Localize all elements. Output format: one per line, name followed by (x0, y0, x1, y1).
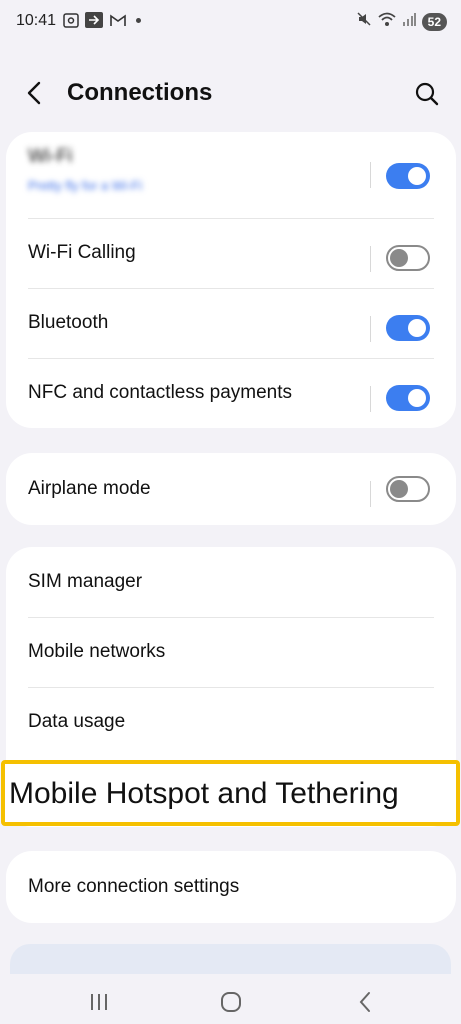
mobile-networks-row[interactable]: Mobile networks (6, 617, 456, 687)
airplane-mode-row[interactable]: Airplane mode (6, 453, 456, 525)
more-connection-settings-label: More connection settings (28, 876, 240, 897)
airplane-mode-toggle[interactable] (386, 476, 430, 502)
recent-apps-icon (91, 994, 107, 1010)
status-bar: 10:41 52 (0, 0, 461, 44)
divider (370, 246, 371, 272)
nfc-label: NFC and contactless payments (28, 382, 293, 403)
notification-icons (62, 12, 141, 28)
data-usage-row[interactable]: Data usage (6, 687, 456, 757)
wireless-settings-card: Wi-Fi Pretty fly for a Wi-Fi Wi-Fi Calli… (6, 132, 456, 428)
system-icons: 52 (356, 11, 447, 32)
bluetooth-row[interactable]: Bluetooth (6, 288, 456, 358)
home-icon (221, 992, 241, 1012)
divider (370, 162, 371, 188)
more-settings-card: More connection settings (6, 851, 456, 923)
search-button[interactable] (413, 80, 441, 108)
chevron-left-icon (359, 992, 370, 1012)
divider (370, 316, 371, 342)
wifi-network-name: Pretty fly for a Wi-Fi (28, 178, 143, 193)
status-time: 10:41 (16, 12, 57, 29)
nfc-row[interactable]: NFC and contactless payments (6, 358, 456, 428)
app-header: Connections (0, 70, 461, 116)
more-connection-settings-row[interactable]: More connection settings (6, 851, 456, 923)
screenshot-icon (62, 12, 79, 28)
dot-icon (136, 17, 141, 23)
mobile-hotspot-row[interactable]: Mobile Hotspot and Tethering (1, 760, 460, 826)
sim-manager-row[interactable]: SIM manager (6, 547, 456, 617)
back-button[interactable] (20, 78, 50, 108)
bluetooth-label: Bluetooth (28, 312, 109, 333)
mobile-hotspot-label: Mobile Hotspot and Tethering (9, 777, 399, 810)
divider (370, 481, 371, 507)
battery-icon: 52 (421, 12, 447, 31)
wifi-calling-toggle[interactable] (386, 245, 430, 271)
wifi-calling-row[interactable]: Wi-Fi Calling (6, 218, 456, 288)
chevron-left-icon (27, 81, 41, 105)
nfc-toggle[interactable] (386, 385, 430, 411)
search-icon (415, 82, 439, 106)
cast-icon (85, 12, 103, 28)
divider (370, 386, 371, 412)
wifi-row[interactable]: Wi-Fi Pretty fly for a Wi-Fi (6, 132, 456, 218)
scroll-hint-card (10, 944, 451, 974)
sim-manager-label: SIM manager (28, 571, 143, 592)
signal-icon (402, 12, 416, 31)
data-usage-label: Data usage (28, 711, 126, 732)
mobile-networks-label: Mobile networks (28, 641, 166, 662)
wifi-toggle[interactable] (386, 163, 430, 189)
gmail-icon (109, 12, 126, 28)
wifi-icon (378, 11, 396, 32)
home-button[interactable] (216, 990, 246, 1014)
bluetooth-toggle[interactable] (386, 315, 430, 341)
wifi-label: Wi-Fi (28, 146, 73, 167)
navigation-bar (0, 980, 461, 1024)
airplane-card: Airplane mode (6, 453, 456, 525)
airplane-mode-label: Airplane mode (28, 478, 151, 499)
mute-icon (356, 11, 372, 32)
page-title: Connections (67, 79, 213, 106)
recent-apps-button[interactable] (84, 990, 114, 1014)
back-nav-button[interactable] (350, 990, 380, 1014)
wifi-calling-label: Wi-Fi Calling (28, 242, 136, 263)
